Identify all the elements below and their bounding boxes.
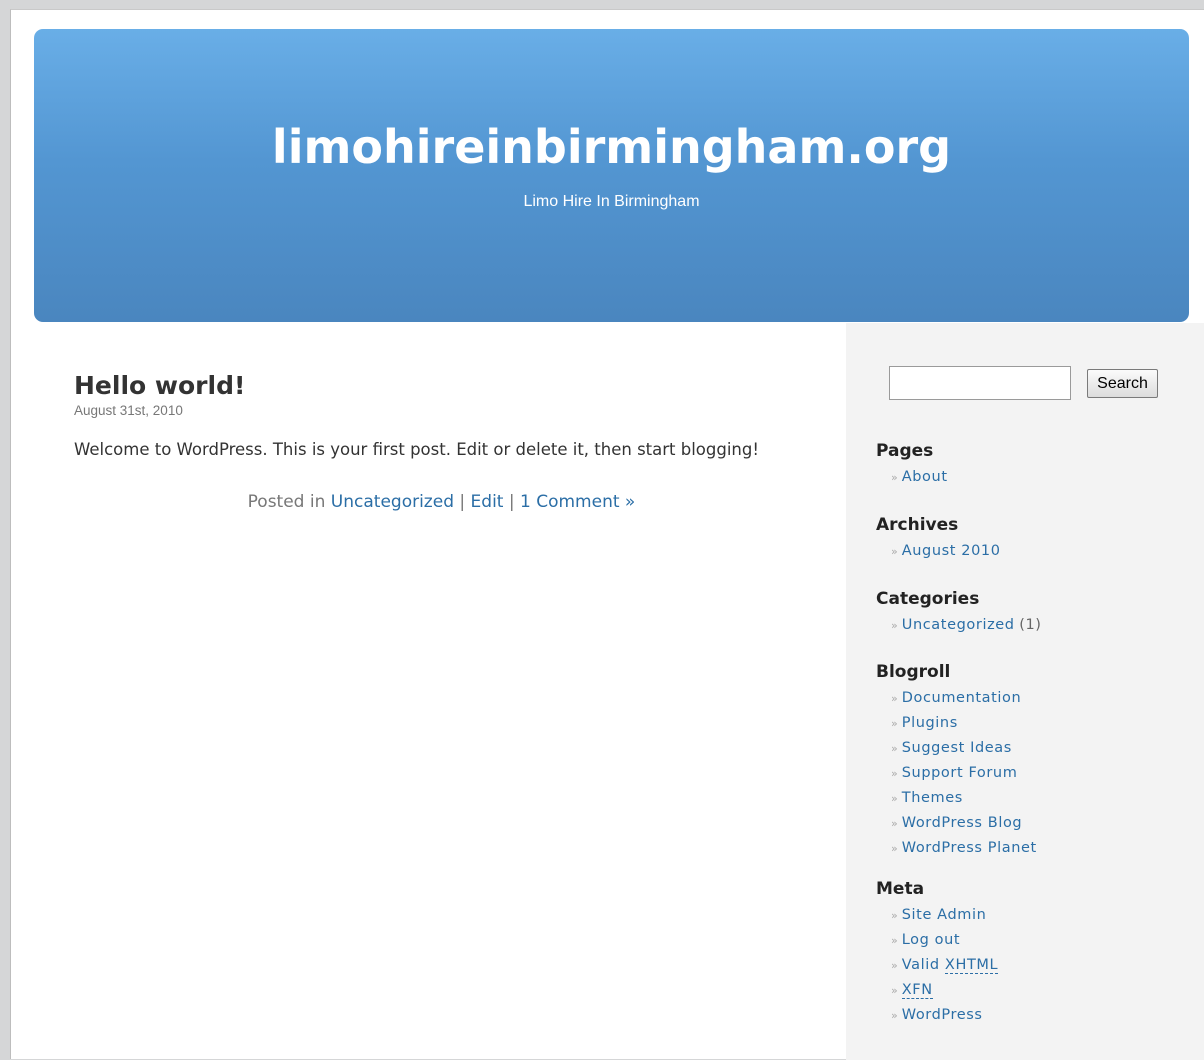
bullet-glyph: » xyxy=(891,959,898,972)
list-item: » XFN xyxy=(891,978,998,1003)
list-item: » Uncategorized (1) xyxy=(891,613,1042,638)
widget-title-meta: Meta xyxy=(876,879,925,899)
bullet-glyph: » xyxy=(891,619,898,632)
list-item: » August 2010 xyxy=(891,539,1001,564)
list-item: » Suggest Ideas xyxy=(891,736,1037,761)
list-item: » Themes xyxy=(891,786,1037,811)
blog-title[interactable]: limohireinbirmingham.org xyxy=(34,117,1189,177)
list-item: » Plugins xyxy=(891,711,1037,736)
bullet-glyph: » xyxy=(891,792,898,805)
list-item: » Documentation xyxy=(891,686,1037,711)
post-body: Welcome to WordPress. This is your first… xyxy=(74,440,759,459)
widget-archives: Archives » August 2010 xyxy=(876,513,1001,564)
bullet-glyph: » xyxy=(891,842,898,855)
xhtml-abbr: XHTML xyxy=(944,957,999,974)
blogroll-link-plugins[interactable]: Plugins xyxy=(902,715,958,731)
categories-list: » Uncategorized (1) xyxy=(876,613,1042,638)
bullet-glyph: » xyxy=(891,934,898,947)
category-count: (1) xyxy=(1019,617,1042,633)
list-item: » WordPress Blog xyxy=(891,811,1037,836)
post-metadata: Posted in Uncategorized | Edit | 1 Comme… xyxy=(74,490,809,514)
post-title[interactable]: Hello world! xyxy=(74,370,809,402)
blogroll-link-themes[interactable]: Themes xyxy=(902,790,963,806)
blogroll-link-support-forum[interactable]: Support Forum xyxy=(902,765,1018,781)
list-item: » WordPress Planet xyxy=(891,836,1037,861)
bullet-glyph: » xyxy=(891,909,898,922)
meta-link-wordpress[interactable]: WordPress xyxy=(902,1007,983,1023)
edit-link[interactable]: Edit xyxy=(471,492,504,512)
blogroll-link-documentation[interactable]: Documentation xyxy=(902,690,1022,706)
blogroll-link-wordpress-planet[interactable]: WordPress Planet xyxy=(902,840,1037,856)
xfn-abbr: XFN xyxy=(901,982,933,999)
page: limohireinbirmingham.org Limo Hire In Bi… xyxy=(10,9,1204,1060)
bullet-glyph: » xyxy=(891,692,898,705)
post-date: August 31st, 2010 xyxy=(74,403,183,418)
list-item: » WordPress xyxy=(891,1003,998,1028)
widget-categories: Categories » Uncategorized (1) xyxy=(876,587,1042,638)
meta-link-valid-xhtml[interactable]: Valid XHTML xyxy=(901,957,999,974)
list-item: » Log out xyxy=(891,928,998,953)
bullet-glyph: » xyxy=(891,742,898,755)
list-item: » Support Forum xyxy=(891,761,1037,786)
blogroll-link-suggest-ideas[interactable]: Suggest Ideas xyxy=(902,740,1012,756)
pages-list: » About xyxy=(876,465,948,490)
search-input[interactable] xyxy=(889,366,1071,400)
widget-title-pages: Pages xyxy=(876,441,934,461)
search-button[interactable]: Search xyxy=(1087,369,1158,398)
archives-list: » August 2010 xyxy=(876,539,1001,564)
comments-link[interactable]: 1 Comment » xyxy=(520,492,635,512)
widget-blogroll: Blogroll » Documentation » Plugins » Sugges… xyxy=(876,660,1037,861)
blog-description: Limo Hire In Birmingham xyxy=(523,193,700,210)
meta-valid-label: Valid xyxy=(901,957,940,973)
bullet-glyph: » xyxy=(891,817,898,830)
bullet-glyph: » xyxy=(891,984,898,997)
bullet-glyph: » xyxy=(891,1009,898,1022)
widget-pages: Pages » About xyxy=(876,439,948,490)
meta-list: » Site Admin » Log out » Valid XHTML » XFN »… xyxy=(876,903,999,1028)
archive-link-august-2010[interactable]: August 2010 xyxy=(902,543,1001,559)
category-link-uncategorized[interactable]: Uncategorized xyxy=(902,617,1015,633)
list-item: » Site Admin xyxy=(891,903,998,928)
widget-meta: Meta » Site Admin » Log out » Valid XHTML »… xyxy=(876,877,999,1028)
bullet-glyph: » xyxy=(891,767,898,780)
meta-separator: | xyxy=(508,492,515,512)
meta-link-log-out[interactable]: Log out xyxy=(902,932,960,948)
sidebar: Search Pages » About Archives » August 201… xyxy=(846,323,1204,1060)
header-banner: limohireinbirmingham.org Limo Hire In Bi… xyxy=(34,29,1189,322)
blogroll-link-wordpress-blog[interactable]: WordPress Blog xyxy=(902,815,1023,831)
bullet-glyph: » xyxy=(891,545,898,558)
bullet-glyph: » xyxy=(891,717,898,730)
category-link[interactable]: Uncategorized xyxy=(331,492,454,512)
main-content: Hello world! August 31st, 2010 Welcome t… xyxy=(74,370,809,514)
widget-title-categories: Categories xyxy=(876,589,980,609)
widget-title-archives: Archives xyxy=(876,515,959,535)
meta-link-site-admin[interactable]: Site Admin xyxy=(902,907,987,923)
widget-title-blogroll: Blogroll xyxy=(876,662,951,682)
bullet-glyph: » xyxy=(891,471,898,484)
blogroll-list: » Documentation » Plugins » Suggest Ideas »… xyxy=(876,686,1037,861)
list-item: » Valid XHTML xyxy=(891,953,999,978)
posted-in-label: Posted in xyxy=(247,492,326,512)
page-link-about[interactable]: About xyxy=(902,469,948,485)
meta-separator: | xyxy=(459,492,466,512)
list-item: » About xyxy=(891,465,948,490)
meta-link-xfn[interactable]: XFN xyxy=(901,982,933,999)
